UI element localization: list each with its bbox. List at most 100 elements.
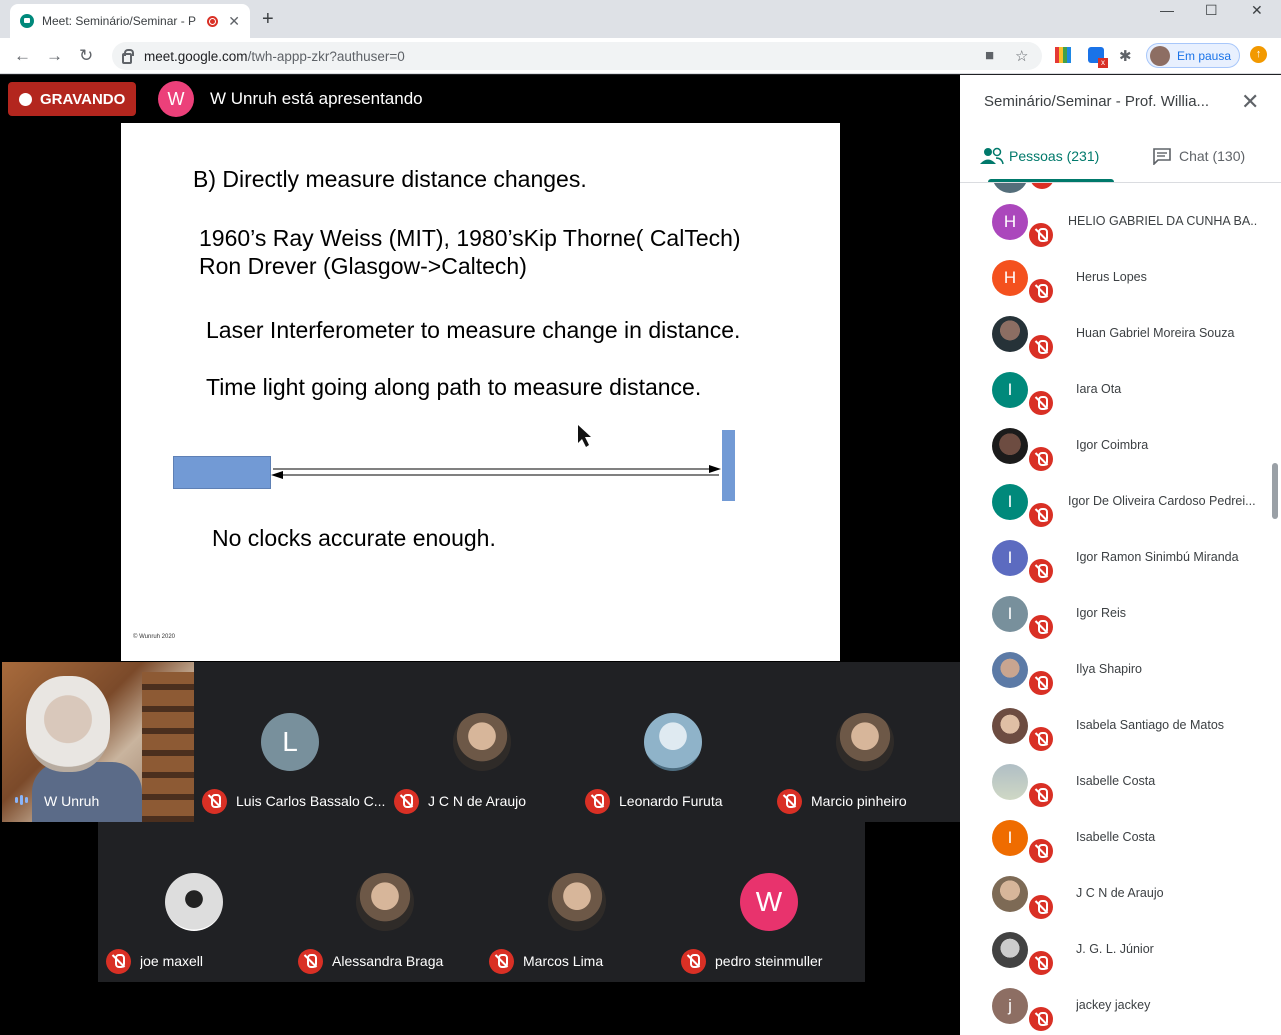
mic-off-icon bbox=[1029, 223, 1053, 247]
maximize-icon[interactable]: ☐ bbox=[1205, 2, 1218, 19]
meet-favicon-icon bbox=[20, 14, 34, 28]
participant-name: Isabelle Costa bbox=[1076, 830, 1156, 844]
participant-name: HELIO GABRIEL DA CUNHA BA... bbox=[1068, 214, 1258, 228]
mic-off-icon bbox=[106, 949, 131, 974]
camera-icon[interactable]: ■ bbox=[985, 47, 994, 64]
tab-chat[interactable]: Chat (130) bbox=[1152, 147, 1245, 165]
participant-avatar: I bbox=[992, 372, 1028, 408]
profile-button[interactable]: Em pausa bbox=[1146, 43, 1240, 68]
participant-name: Huan Gabriel Moreira Souza bbox=[1076, 326, 1235, 340]
participant-name: Ilya Shapiro bbox=[1076, 662, 1143, 676]
mic-off-icon bbox=[1029, 671, 1053, 695]
participant-name: Herus Lopes bbox=[1076, 270, 1147, 284]
side-panel: Seminário/Seminar - Prof. Willia... ✕ Pe… bbox=[960, 75, 1281, 1035]
participant-avatar bbox=[992, 652, 1028, 688]
participant-avatar bbox=[992, 428, 1028, 464]
participant-avatar: I bbox=[992, 540, 1028, 576]
back-icon[interactable]: ← bbox=[14, 46, 31, 66]
mic-off-icon bbox=[489, 949, 514, 974]
chat-icon bbox=[1153, 148, 1171, 165]
mic-off-icon bbox=[585, 789, 610, 814]
close-tab-icon[interactable]: ✕ bbox=[228, 13, 240, 30]
panel-title: Seminário/Seminar - Prof. Willia... bbox=[984, 93, 1210, 110]
participant-avatar bbox=[992, 316, 1028, 352]
list-item[interactable]: Igor Coimbra bbox=[960, 418, 1270, 474]
list-item[interactable]: I Iara Ota bbox=[960, 362, 1270, 418]
lock-icon bbox=[122, 48, 134, 64]
list-item[interactable]: J. G. L. Júnior bbox=[960, 922, 1270, 978]
profile-label: Em pausa bbox=[1177, 48, 1232, 63]
tab-title: Meet: Seminário/Seminar - P bbox=[42, 14, 197, 28]
people-list[interactable]: H HELIO GABRIEL DA CUNHA BA... H Herus L… bbox=[960, 183, 1270, 1035]
extensions-puzzle-icon[interactable]: ✱ bbox=[1119, 47, 1132, 65]
participant-avatar: H bbox=[992, 260, 1028, 296]
mic-off-icon bbox=[681, 949, 706, 974]
list-item[interactable]: J C N de Araujo bbox=[960, 866, 1270, 922]
list-item[interactable]: Isabela Santiago de Matos bbox=[960, 698, 1270, 754]
url-path: /twh-appp-zkr?authuser=0 bbox=[247, 48, 405, 64]
list-item[interactable]: I Igor Reis bbox=[960, 586, 1270, 642]
list-item[interactable]: j jackey jackey bbox=[960, 978, 1270, 1034]
mic-off-icon bbox=[202, 789, 227, 814]
mic-off-icon bbox=[298, 949, 323, 974]
participant-name: jackey jackey bbox=[1076, 998, 1151, 1012]
self-tile-name: W Unruh bbox=[44, 793, 100, 809]
reload-icon[interactable]: ↻ bbox=[79, 46, 93, 66]
participant-avatar bbox=[992, 764, 1028, 800]
list-item[interactable]: Ilya Shapiro bbox=[960, 642, 1270, 698]
mic-off-icon bbox=[1030, 183, 1054, 189]
list-item[interactable]: Huan Gabriel Moreira Souza bbox=[960, 306, 1270, 362]
list-item[interactable]: I Igor De Oliveira Cardoso Pedrei... bbox=[960, 474, 1270, 530]
list-item[interactable]: H Herus Lopes bbox=[960, 250, 1270, 306]
mic-off-icon bbox=[1029, 559, 1053, 583]
browser-tab-meet[interactable]: Meet: Seminário/Seminar - P ✕ bbox=[10, 4, 250, 38]
list-item[interactable]: Isabelle Costa bbox=[960, 754, 1270, 810]
bookmark-star-icon[interactable]: ☆ bbox=[1015, 47, 1028, 65]
window-close-icon[interactable]: ✕ bbox=[1251, 2, 1263, 19]
people-list-scrollbar[interactable] bbox=[1272, 463, 1278, 519]
mic-off-icon bbox=[1029, 503, 1053, 527]
participant-name: Marcos Lima bbox=[523, 953, 604, 969]
list-item[interactable]: I Igor Ramon Sinimbú Miranda bbox=[960, 530, 1270, 586]
mic-off-icon bbox=[1029, 279, 1053, 303]
extension-badge-icon: x bbox=[1098, 58, 1108, 68]
forward-icon[interactable]: → bbox=[46, 46, 63, 66]
mic-off-icon bbox=[1029, 335, 1053, 359]
list-item[interactable]: H HELIO GABRIEL DA CUNHA BA... bbox=[960, 194, 1270, 250]
participant-avatar bbox=[165, 873, 223, 931]
close-panel-icon[interactable]: ✕ bbox=[1241, 89, 1259, 115]
people-icon bbox=[980, 147, 1004, 165]
url-host: meet.google.com bbox=[144, 48, 248, 64]
participant-name: Marcio pinheiro bbox=[811, 793, 907, 809]
participant-name: J C N de Araujo bbox=[1076, 886, 1164, 900]
minimize-icon[interactable]: — bbox=[1160, 2, 1174, 18]
new-tab-button[interactable]: + bbox=[262, 8, 274, 31]
mouse-pointer-icon bbox=[578, 425, 591, 447]
extension-palette-icon[interactable] bbox=[1055, 47, 1071, 63]
participant-name: joe maxell bbox=[140, 953, 204, 969]
profile-avatar bbox=[1150, 45, 1170, 66]
mic-off-icon bbox=[1029, 727, 1053, 751]
participant-name: Luis Carlos Bassalo C... bbox=[236, 793, 386, 809]
tab-people[interactable]: Pessoas (231) bbox=[980, 147, 1099, 165]
recording-label: GRAVANDO bbox=[40, 90, 126, 108]
mic-off-icon bbox=[394, 789, 419, 814]
participant-avatar bbox=[836, 713, 894, 771]
slide-copyright: © Wunruh 2020 bbox=[133, 634, 176, 640]
participant-name: pedro steinmuller bbox=[715, 953, 823, 969]
participant-avatar bbox=[992, 876, 1028, 912]
people-tab-label: Pessoas (231) bbox=[1009, 148, 1100, 164]
update-menu-icon[interactable]: ↑ bbox=[1250, 46, 1267, 63]
mic-off-icon bbox=[1029, 783, 1053, 807]
mic-off-icon bbox=[1029, 615, 1053, 639]
mic-off-icon bbox=[1029, 839, 1053, 863]
address-bar[interactable]: meet.google.com /twh-appp-zkr?authuser=0 bbox=[112, 42, 1042, 70]
list-item[interactable]: I Isabelle Costa bbox=[960, 810, 1270, 866]
chat-tab-label: Chat (130) bbox=[1179, 148, 1246, 164]
participant-name: Isabela Santiago de Matos bbox=[1076, 718, 1225, 732]
mic-off-icon bbox=[777, 789, 802, 814]
browser-toolbar: ← → ↻ meet.google.com /twh-appp-zkr?auth… bbox=[0, 38, 1281, 74]
participant-name: Leonardo Furuta bbox=[619, 793, 723, 809]
mic-off-icon bbox=[1029, 447, 1053, 471]
participant-avatar: H bbox=[992, 204, 1028, 240]
